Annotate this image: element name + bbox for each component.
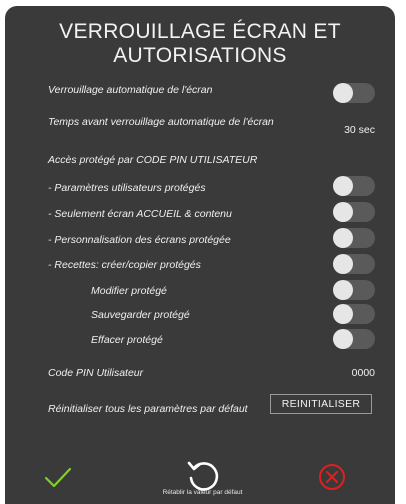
pin-section-label: Accès protégé par CODE PIN UTILISATEUR [48,154,258,166]
restore-default-label: Rétablir la valeur par défaut [162,489,243,496]
custom-screens-label: - Personnalisation des écrans protégée [48,234,231,246]
recipes-toggle[interactable] [333,254,375,274]
toggle-knob [333,254,353,274]
close-circle-icon[interactable] [318,463,346,491]
modify-label: Modifier protégé [91,285,167,297]
save-label: Sauvegarder protégé [91,309,190,321]
reset-button[interactable]: REINITIALISER [270,394,372,414]
toggle-knob [333,202,353,222]
user-params-label: - Paramètres utilisateurs protégés [48,182,206,194]
home-only-label: - Seulement écran ACCUEIL & contenu [48,208,232,220]
toggle-knob [333,228,353,248]
modify-toggle[interactable] [333,280,375,300]
lock-delay-label: Temps avant verrouillage automatique de … [48,116,274,128]
custom-screens-toggle[interactable] [333,228,375,248]
pin-code-label: Code PIN Utilisateur [48,367,144,379]
undo-icon[interactable] [185,459,221,493]
save-toggle[interactable] [333,304,375,324]
delete-label: Effacer protégé [91,334,163,346]
auto-lock-label: Verrouillage automatique de l'écran [48,84,213,96]
dialog-title: VERROUILLAGE ÉCRAN ET AUTORISATIONS [59,20,341,67]
toggle-knob [333,329,353,349]
auto-lock-toggle[interactable] [333,83,375,103]
recipes-label: - Recettes: créer/copier protégés [48,259,201,271]
toggle-knob [333,304,353,324]
delete-toggle[interactable] [333,329,375,349]
home-only-toggle[interactable] [333,202,375,222]
reset-all-label: Réinitialiser tous les paramètres par dé… [48,403,248,415]
lock-settings-dialog: VERROUILLAGE ÉCRAN ET AUTORISATIONS Verr… [5,6,395,504]
toggle-knob [333,280,353,300]
user-params-toggle[interactable] [333,176,375,196]
toggle-knob [333,176,353,196]
toggle-knob [333,83,353,103]
lock-delay-value[interactable]: 30 sec [305,124,375,136]
check-icon[interactable] [43,466,73,490]
pin-code-value[interactable]: 0000 [305,367,375,379]
